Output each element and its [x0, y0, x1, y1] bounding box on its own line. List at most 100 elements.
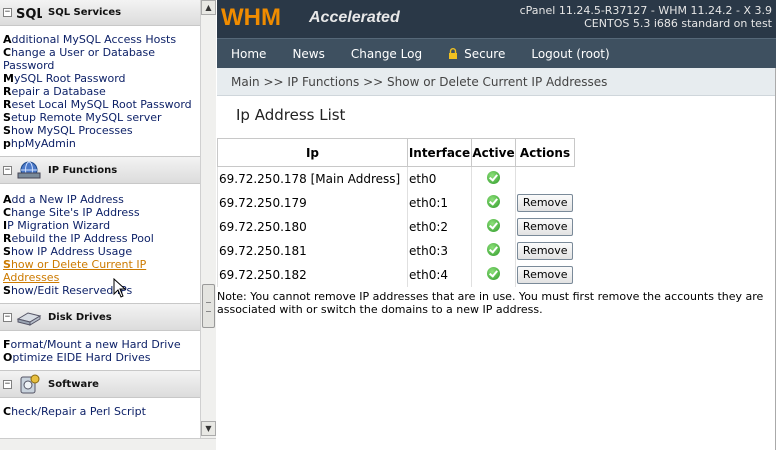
check-icon: [487, 266, 500, 280]
action-cell: Remove: [515, 262, 575, 287]
sidebar-item-show-mysql-processes[interactable]: Show MySQL Processes: [3, 124, 200, 137]
section-title: IP Functions: [48, 164, 118, 176]
sidebar-item-phpmyadmin[interactable]: phpMyAdmin: [3, 137, 200, 150]
section-title: Disk Drives: [48, 311, 112, 323]
svg-text:SQL: SQL: [16, 7, 42, 21]
check-icon: [487, 242, 500, 256]
scroll-down-button[interactable]: ▼: [201, 421, 216, 436]
nav-logout[interactable]: Logout (root): [531, 47, 609, 61]
remove-button[interactable]: Remove: [517, 193, 574, 212]
version-info: cPanel 11.24.5-R37127 - WHM 11.24.2 - X …: [520, 4, 772, 30]
ip-functions-icon: [16, 160, 42, 180]
sidebar-item-add-new-ip[interactable]: Add a New IP Address: [3, 193, 200, 206]
interface-cell: eth0:1: [407, 190, 472, 215]
active-cell: [471, 166, 516, 191]
table-row: 69.72.250.181 eth0:3 Remove: [217, 238, 575, 263]
remove-button[interactable]: Remove: [517, 241, 574, 260]
column-header-active: Active: [471, 138, 516, 167]
sidebar-item-show-ip-usage[interactable]: Show IP Address Usage: [3, 245, 200, 258]
section-title: Software: [48, 378, 99, 390]
action-cell: Remove: [515, 190, 575, 215]
active-cell: [471, 262, 516, 287]
sidebar-item-additional-mysql-access-hosts[interactable]: Additional MySQL Access Hosts: [3, 33, 200, 46]
section-header-sql[interactable]: − SQL SQL Services: [0, 0, 200, 26]
ip-cell: 69.72.250.182: [217, 262, 408, 287]
table-header-row: Ip Interface Active Actions: [217, 138, 575, 167]
sidebar-item-check-repair-perl[interactable]: Check/Repair a Perl Script: [3, 405, 200, 418]
nav-secure-label: Secure: [464, 46, 506, 61]
interface-cell: eth0:4: [407, 262, 472, 287]
remove-button[interactable]: Remove: [517, 217, 574, 236]
active-cell: [471, 238, 516, 263]
ip-cell: 69.72.250.178 [Main Address]: [217, 166, 408, 191]
sql-links: Additional MySQL Access Hosts Change a U…: [0, 26, 200, 156]
interface-cell: eth0:2: [407, 214, 472, 239]
check-icon: [487, 170, 500, 184]
disk-drive-links: Format/Mount a new Hard Drive Optimize E…: [0, 331, 200, 370]
header: WHM Accelerated cPanel 11.24.5-R37127 - …: [217, 0, 776, 38]
section-header-software[interactable]: − Software: [0, 370, 200, 398]
scroll-up-button[interactable]: ▲: [201, 0, 216, 15]
logo-subtitle: Accelerated: [309, 9, 400, 26]
column-header-actions: Actions: [515, 138, 575, 167]
ip-cell: 69.72.250.180: [217, 214, 408, 239]
mouse-cursor-icon: [113, 278, 127, 298]
interface-cell: eth0: [407, 166, 472, 191]
ip-address-table: Ip Interface Active Actions 69.72.250.17…: [217, 138, 575, 287]
ip-function-links: Add a New IP Address Change Site's IP Ad…: [0, 184, 200, 303]
collapse-icon[interactable]: −: [3, 312, 12, 322]
collapse-icon[interactable]: −: [3, 165, 12, 175]
section-header-disk-drives[interactable]: − Disk Drives: [0, 303, 200, 331]
action-cell: Remove: [515, 214, 575, 239]
table-row: 69.72.250.182 eth0:4 Remove: [217, 262, 575, 287]
section-title: SQL Services: [48, 7, 122, 18]
ip-cell: 69.72.250.181: [217, 238, 408, 263]
os-line: CENTOS 5.3 i686 standard on test: [584, 17, 772, 30]
sidebar-item-show-delete-ips[interactable]: Show or Delete Current IP Addresses: [3, 258, 200, 284]
sidebar-item-setup-remote-mysql[interactable]: Setup Remote MySQL server: [3, 111, 200, 124]
nav-secure[interactable]: Secure: [448, 47, 505, 61]
sidebar-item-show-edit-reserved-ips[interactable]: Show/Edit Reserved IPs: [3, 284, 200, 297]
main-frame: WHM Accelerated cPanel 11.24.5-R37127 - …: [217, 0, 776, 450]
sidebar-item-change-user-db-password[interactable]: Change a User or Database Password: [3, 46, 200, 72]
check-icon: [487, 218, 500, 232]
page-title: Ip Address List: [236, 106, 346, 124]
version-line: cPanel 11.24.5-R37127 - WHM 11.24.2 - X …: [519, 4, 772, 17]
disk-drive-icon: [16, 307, 42, 327]
whm-logo: WHM: [221, 4, 281, 31]
nav-change-log[interactable]: Change Log: [351, 47, 422, 61]
active-cell: [471, 190, 516, 215]
left-frame: − SQL SQL Services Additional MySQL Acce…: [0, 0, 216, 450]
software-icon: [16, 374, 42, 394]
check-icon: [487, 194, 500, 208]
top-nav: Home News Change Log Secure Logout (root…: [217, 38, 776, 68]
collapse-icon[interactable]: −: [3, 379, 12, 389]
scrollbar-thumb[interactable]: [202, 284, 215, 328]
table-row: 69.72.250.180 eth0:2 Remove: [217, 214, 575, 239]
active-cell: [471, 214, 516, 239]
sidebar: − SQL SQL Services Additional MySQL Acce…: [0, 0, 200, 438]
sidebar-scrollbar[interactable]: ▲ ▼: [200, 0, 216, 438]
sidebar-item-change-site-ip[interactable]: Change Site's IP Address: [3, 206, 200, 219]
ip-cell: 69.72.250.179: [217, 190, 408, 215]
nav-home[interactable]: Home: [231, 47, 266, 61]
sidebar-item-format-mount-drive[interactable]: Format/Mount a new Hard Drive: [3, 338, 200, 351]
sidebar-item-rebuild-ip-pool[interactable]: Rebuild the IP Address Pool: [3, 232, 200, 245]
horizontal-scrollbar[interactable]: [0, 438, 216, 450]
interface-cell: eth0:3: [407, 238, 472, 263]
sidebar-item-ip-migration-wizard[interactable]: IP Migration Wizard: [3, 219, 200, 232]
column-header-ip: Ip: [217, 138, 408, 167]
action-cell: [515, 166, 575, 191]
sidebar-item-mysql-root-password[interactable]: MySQL Root Password: [3, 72, 200, 85]
section-header-ip-functions[interactable]: − IP Functions: [0, 156, 200, 184]
action-cell: Remove: [515, 238, 575, 263]
sidebar-item-optimize-eide[interactable]: Optimize EIDE Hard Drives: [3, 351, 200, 364]
software-links: Check/Repair a Perl Script: [0, 398, 200, 424]
table-row: 69.72.250.179 eth0:1 Remove: [217, 190, 575, 215]
sidebar-item-repair-database[interactable]: Repair a Database: [3, 85, 200, 98]
remove-button[interactable]: Remove: [517, 265, 574, 284]
sidebar-item-reset-mysql-root-password[interactable]: Reset Local MySQL Root Password: [3, 98, 200, 111]
collapse-icon[interactable]: −: [3, 8, 12, 17]
nav-news[interactable]: News: [292, 47, 324, 61]
note-text: Note: You cannot remove IP addresses tha…: [217, 289, 764, 316]
